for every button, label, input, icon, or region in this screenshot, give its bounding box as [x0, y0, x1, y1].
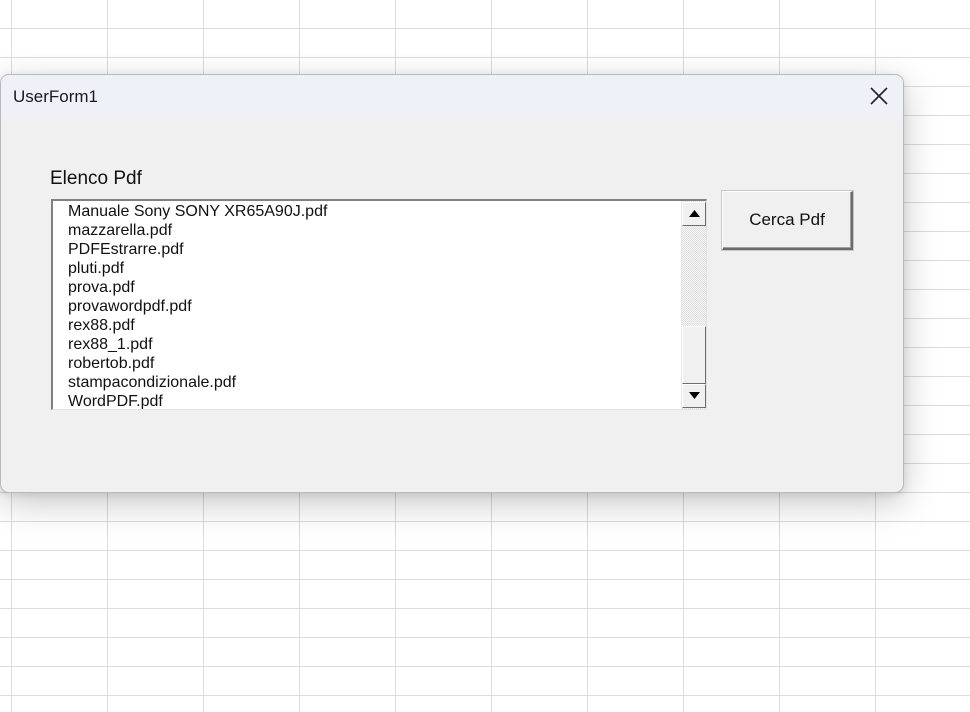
list-item[interactable]: rex88.pdf	[68, 316, 678, 335]
pdf-listbox[interactable]: Manuale Sony SONY XR65A90J.pdf mazzarella…	[51, 199, 707, 410]
scroll-up-button[interactable]	[682, 202, 706, 226]
userform-dialog: UserForm1 Elenco Pdf Manuale Sony SONY X…	[0, 74, 904, 493]
list-item[interactable]: pluti.pdf	[68, 259, 678, 278]
scroll-thumb[interactable]	[682, 326, 706, 384]
list-item[interactable]: rex88_1.pdf	[68, 335, 678, 354]
cerca-pdf-button[interactable]: Cerca Pdf	[722, 191, 853, 250]
title-bar[interactable]: UserForm1	[1, 75, 903, 119]
close-icon	[870, 87, 888, 105]
list-item[interactable]: WordPDF.pdf	[68, 392, 678, 409]
list-item[interactable]: mazzarella.pdf	[68, 221, 678, 240]
list-item[interactable]: PDFEstrarre.pdf	[68, 240, 678, 259]
vertical-scrollbar[interactable]	[681, 201, 706, 409]
list-item[interactable]: Manuale Sony SONY XR65A90J.pdf	[68, 202, 678, 221]
list-item[interactable]: robertob.pdf	[68, 354, 678, 373]
list-items: Manuale Sony SONY XR65A90J.pdf mazzarella…	[68, 202, 678, 409]
list-item[interactable]: stampacondizionale.pdf	[68, 373, 678, 392]
list-item[interactable]: prova.pdf	[68, 278, 678, 297]
scroll-down-button[interactable]	[682, 384, 706, 408]
close-button[interactable]	[855, 75, 903, 119]
arrow-up-icon	[689, 210, 700, 217]
window-title: UserForm1	[13, 87, 99, 106]
list-item[interactable]: provawordpdf.pdf	[68, 297, 678, 316]
list-label: Elenco Pdf	[50, 168, 142, 189]
arrow-down-icon	[689, 392, 700, 399]
